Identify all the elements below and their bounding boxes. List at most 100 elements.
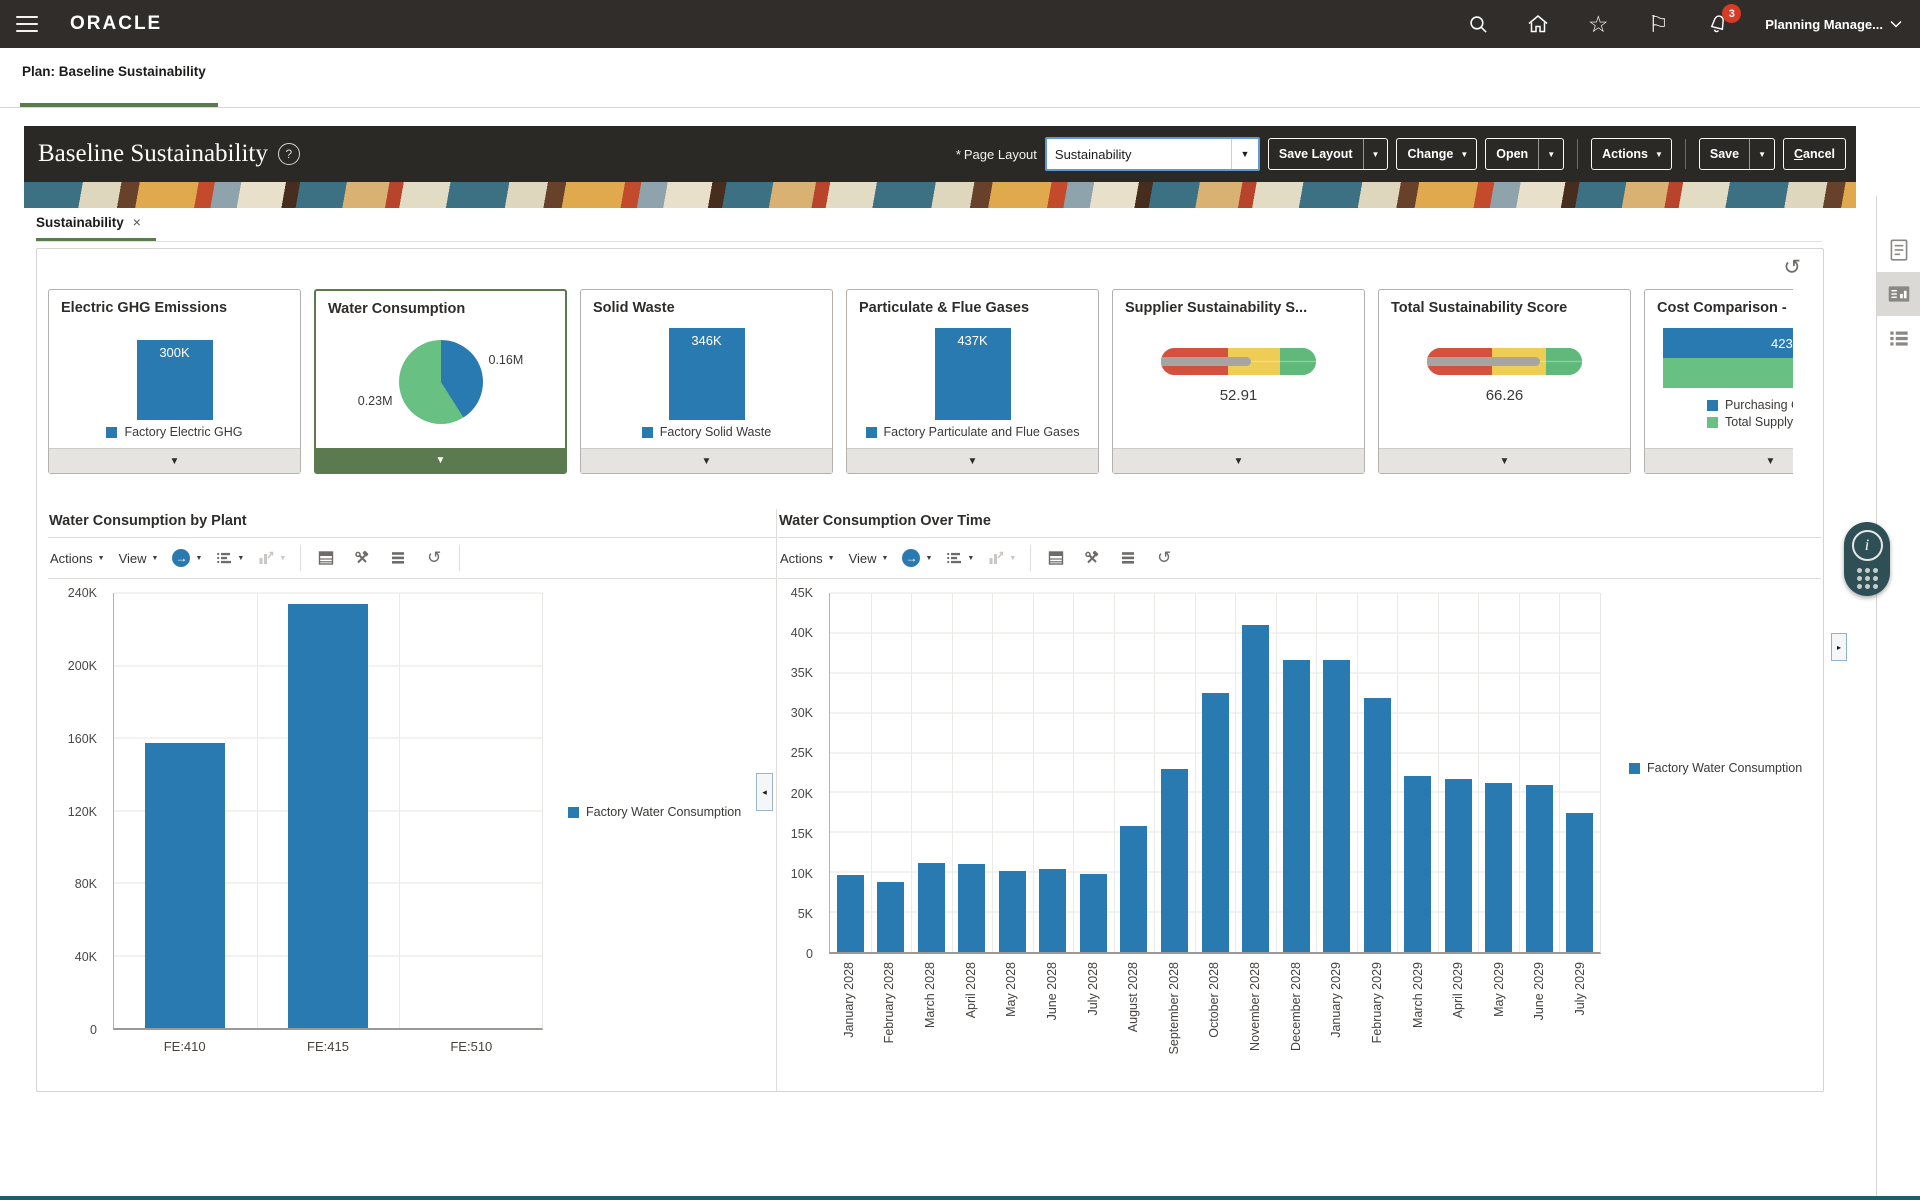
legend-item: Total Supply Ch	[1707, 415, 1793, 429]
bar-november-2028[interactable]	[1242, 625, 1269, 952]
bar-slot	[1195, 593, 1236, 952]
drill-menu[interactable]: →▼	[902, 549, 932, 567]
global-header: ORACLE ☆ ⚐ 3 Planning Manage...	[0, 0, 1920, 48]
bar-january-2028[interactable]	[837, 875, 864, 952]
change-button[interactable]: Change▼	[1396, 138, 1477, 170]
tools-icon[interactable]	[1081, 550, 1103, 566]
bar-fe-410[interactable]	[145, 743, 225, 1028]
kpi-card-3[interactable]: Solid Waste346KFactory Solid Waste▼	[580, 289, 833, 474]
bar-july-2028[interactable]	[1080, 874, 1107, 952]
table-view-icon[interactable]	[387, 550, 409, 566]
notifications-bell-icon[interactable]: 3	[1705, 11, 1731, 37]
kpi-expand-button[interactable]: ▼	[847, 448, 1098, 473]
bar-december-2028[interactable]	[1283, 660, 1310, 952]
kpi-card-2[interactable]: Water Consumption0.16M0.23M▼	[314, 289, 567, 474]
home-icon[interactable]	[1525, 11, 1551, 37]
bar-april-2029[interactable]	[1445, 779, 1472, 952]
kpi-expand-button[interactable]: ▼	[1113, 448, 1364, 473]
gauge[interactable]	[1161, 348, 1316, 375]
pie[interactable]	[399, 340, 483, 424]
search-icon[interactable]	[1465, 11, 1491, 37]
kpi-card-1[interactable]: Electric GHG Emissions300KFactory Electr…	[48, 289, 301, 474]
save-layout-button[interactable]: Save Layout▼	[1268, 138, 1389, 170]
kpi-expand-button[interactable]: ▼	[316, 448, 565, 472]
bar-april-2028[interactable]	[958, 864, 985, 952]
bar-february-2029[interactable]	[1364, 698, 1391, 952]
gauge[interactable]	[1427, 348, 1582, 375]
save-layout-dropdown-icon[interactable]: ▼	[1363, 139, 1388, 169]
kpi-expand-button[interactable]: ▼	[581, 448, 832, 473]
user-menu[interactable]: Planning Manage...	[1765, 17, 1902, 32]
infolet-view-icon[interactable]	[1877, 272, 1920, 316]
open-dropdown-icon[interactable]: ▼	[1538, 139, 1563, 169]
bar-september-2028[interactable]	[1161, 769, 1188, 952]
cancel-button[interactable]: Cancel	[1783, 138, 1846, 170]
bar-march-2028[interactable]	[918, 863, 945, 952]
kpi-card-4[interactable]: Particulate & Flue Gases437KFactory Part…	[846, 289, 1099, 474]
actions-button[interactable]: Actions▼	[1591, 138, 1672, 170]
kpi-bar[interactable]: 346K	[669, 328, 745, 420]
page-layout-select[interactable]: Sustainability ▼	[1045, 137, 1260, 171]
tools-icon[interactable]	[351, 550, 373, 566]
collapsed-panel-expander[interactable]: ▸	[1831, 633, 1847, 661]
refresh-icon[interactable]: ↺	[1783, 255, 1801, 280]
grid-dots-icon[interactable]	[1857, 568, 1878, 589]
freeze-icon[interactable]	[315, 550, 337, 566]
freeze-icon[interactable]	[1045, 550, 1067, 566]
bar-june-2028[interactable]	[1039, 869, 1066, 952]
bar-may-2028[interactable]	[999, 871, 1026, 952]
kpi-expand-button[interactable]: ▼	[1379, 448, 1630, 473]
open-button[interactable]: Open▼	[1485, 138, 1564, 170]
kpi-card-6[interactable]: Total Sustainability Score66.26▼	[1378, 289, 1631, 474]
drill-menu[interactable]: →▼	[172, 549, 202, 567]
bar-august-2028[interactable]	[1120, 826, 1147, 952]
navigation-menu-icon[interactable]	[16, 16, 38, 32]
view-menu[interactable]: View▼	[119, 551, 159, 566]
y-tick-label: 200K	[68, 659, 97, 673]
dropdown-caret-icon[interactable]: ▼	[1231, 139, 1258, 169]
view-menu[interactable]: View▼	[849, 551, 889, 566]
close-tab-icon[interactable]: ×	[133, 214, 141, 230]
x-axis-label: July 2028	[1086, 962, 1101, 1016]
notification-badge: 3	[1722, 4, 1741, 23]
actions-menu[interactable]: Actions▼	[780, 551, 835, 566]
bar-july-2029[interactable]	[1566, 813, 1593, 952]
info-launcher-pill[interactable]: i	[1844, 522, 1890, 596]
save-button[interactable]: Save▼	[1699, 138, 1775, 170]
kpi-mini-bar-chart: 437K	[847, 322, 1098, 420]
panel-splitter-handle[interactable]: ◂	[756, 773, 773, 811]
gauge-needle	[1161, 357, 1251, 366]
refresh-icon[interactable]: ↺	[1153, 548, 1175, 568]
favorites-star-icon[interactable]: ☆	[1585, 11, 1611, 37]
table-view-icon[interactable]	[1117, 550, 1139, 566]
bar-january-2029[interactable]	[1323, 660, 1350, 952]
bar-may-2029[interactable]	[1485, 783, 1512, 952]
chart-format-menu[interactable]: ▼	[216, 550, 244, 566]
kpi-expand-button[interactable]: ▼	[1645, 448, 1793, 473]
kpi-card-5[interactable]: Supplier Sustainability S...52.91▼	[1112, 289, 1365, 474]
tab-sustainability[interactable]: Sustainability×	[36, 214, 141, 230]
kpi-bar[interactable]: 437K	[935, 328, 1011, 420]
list-view-icon[interactable]	[1877, 316, 1920, 360]
kpi-bar[interactable]: 300K	[137, 340, 213, 420]
bar-fe-415[interactable]	[288, 604, 368, 1028]
bar-june-2029[interactable]	[1526, 785, 1553, 952]
bar-february-2028[interactable]	[877, 882, 904, 952]
info-icon[interactable]: i	[1852, 530, 1883, 561]
kpi-expand-button[interactable]: ▼	[49, 448, 300, 473]
document-view-icon[interactable]	[1877, 228, 1920, 272]
chart-format-menu[interactable]: ▼	[946, 550, 974, 566]
bar-march-2029[interactable]	[1404, 776, 1431, 952]
bar-slot	[911, 593, 952, 952]
bar-october-2028[interactable]	[1202, 693, 1229, 952]
page-title: Baseline Sustainability ?	[38, 140, 300, 168]
cost-bar[interactable]: 423	[1663, 328, 1793, 358]
plan-tab[interactable]: Plan: Baseline Sustainability	[22, 64, 206, 79]
actions-menu[interactable]: Actions▼	[50, 551, 105, 566]
cost-bar[interactable]	[1663, 358, 1793, 388]
save-dropdown-icon[interactable]: ▼	[1749, 139, 1774, 169]
refresh-icon[interactable]: ↺	[423, 548, 445, 568]
watchlist-flag-icon[interactable]: ⚐	[1645, 11, 1671, 37]
kpi-card-7[interactable]: Cost Comparison - 423Purchasing CosTotal…	[1644, 289, 1793, 474]
help-icon[interactable]: ?	[278, 143, 300, 165]
